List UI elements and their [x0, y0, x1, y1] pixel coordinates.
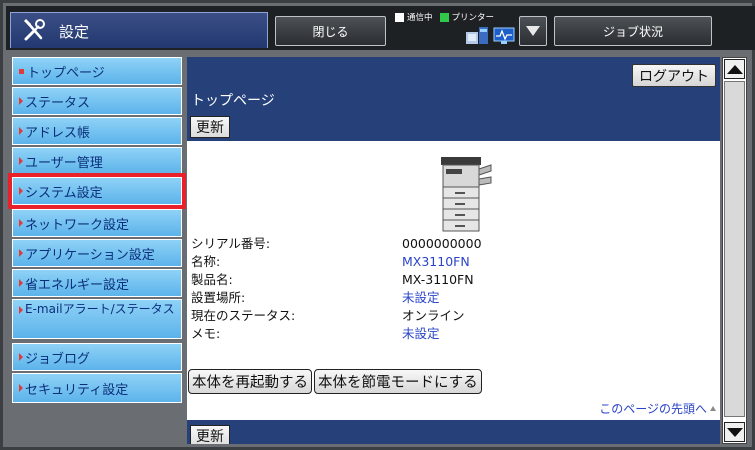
- status-dropdown-button[interactable]: [519, 16, 547, 46]
- info-row: メモ: 未設定: [191, 325, 482, 343]
- sidebar-item-label: 省エネルギー設定: [25, 277, 130, 293]
- sidebar-item-label: アドレス帳: [25, 125, 91, 141]
- info-row: 名称: MX3110FN: [191, 253, 482, 271]
- triangle-up-icon: [726, 64, 743, 74]
- page-top-link[interactable]: このページの先頭へ: [599, 400, 716, 417]
- sidebar-item-system-settings[interactable]: システム設定: [8, 173, 186, 209]
- sidebar-item-address-book[interactable]: アドレス帳: [12, 117, 182, 145]
- sidebar-item-network-settings[interactable]: ネットワーク設定: [12, 209, 182, 237]
- arrow-right-icon: [19, 219, 23, 227]
- device-info: シリアル番号: 0000000000 名称: MX3110FN 製品名: MX-…: [191, 235, 482, 343]
- sidebar-item-top-page[interactable]: トップページ: [12, 57, 182, 85]
- top-bar: 設定 閉じる 通信中 プリンター ジョブ状況: [6, 6, 755, 50]
- arrow-right-icon: [19, 279, 23, 287]
- square-bullet-icon: [19, 68, 24, 74]
- info-value: 0000000000: [402, 236, 482, 251]
- sidebar-item-label: アプリケーション設定: [25, 247, 155, 263]
- device-status-icon: [466, 27, 488, 44]
- info-label: 現在のステータス:: [191, 308, 296, 323]
- restart-button[interactable]: 本体を再起動する: [188, 369, 312, 394]
- comm-status-label: 通信中: [407, 13, 433, 23]
- status-icons: [466, 27, 515, 44]
- scroll-thumb[interactable]: [724, 81, 745, 417]
- info-label: メモ:: [191, 326, 221, 341]
- info-row: シリアル番号: 0000000000: [191, 235, 482, 253]
- sidebar-item-energy-settings[interactable]: 省エネルギー設定: [12, 269, 182, 297]
- action-buttons: 本体を再起動する 本体を節電モードにする: [188, 369, 482, 394]
- triangle-up-icon: [710, 406, 716, 411]
- arrow-right-icon: [19, 157, 23, 165]
- sidebar-item-label: ステータス: [25, 95, 91, 111]
- info-label: 設置場所:: [191, 290, 246, 305]
- info-label: シリアル番号:: [191, 236, 271, 251]
- page-header: ログアウト トップページ: [187, 57, 720, 113]
- status-indicators: 通信中 プリンター: [395, 11, 494, 23]
- arrow-right-icon: [19, 306, 23, 314]
- sidebar-item-security-settings[interactable]: セキュリティ設定: [12, 373, 182, 403]
- sidebar-item-user-management[interactable]: ユーザー管理: [12, 147, 182, 175]
- update-bar-top: 更新: [187, 113, 720, 141]
- sidebar-item-label: セキュリティ設定: [25, 382, 129, 398]
- info-row: 製品名: MX-3110FN: [191, 271, 482, 289]
- info-value: オンライン: [402, 308, 465, 323]
- arrow-right-icon: [19, 187, 23, 195]
- arrow-right-icon: [19, 249, 23, 257]
- sidebar-item-label: トップページ: [27, 65, 105, 81]
- scroll-down-button[interactable]: [724, 422, 745, 442]
- sidebar-item-label: ジョブログ: [25, 351, 91, 367]
- logout-button[interactable]: ログアウト: [632, 64, 716, 87]
- sidebar-item-application-settings[interactable]: アプリケーション設定: [12, 239, 182, 267]
- memo-link[interactable]: 未設定: [402, 325, 440, 343]
- arrow-right-icon: [19, 97, 23, 105]
- vertical-scrollbar[interactable]: [722, 57, 747, 444]
- info-label: 製品名:: [191, 272, 233, 287]
- monitor-pulse-icon: [493, 27, 515, 44]
- update-bar-bottom: 更新: [187, 420, 720, 444]
- info-value: MX-3110FN: [402, 272, 474, 287]
- scroll-up-button[interactable]: [724, 59, 745, 79]
- device-screen: 設定 閉じる 通信中 プリンター ジョブ状況 トップページ ステータス アドレス…: [0, 0, 755, 450]
- printer-status-checkbox-icon: [439, 12, 449, 22]
- wrench-screwdriver-icon: [23, 18, 45, 41]
- power-save-button[interactable]: 本体を節電モードにする: [314, 369, 482, 394]
- main-content: ログアウト トップページ 更新 シリアル番号: 0000000000 名称: M…: [187, 57, 720, 444]
- sidebar-item-label: ユーザー管理: [25, 155, 103, 171]
- info-row: 現在のステータス: オンライン: [191, 307, 482, 325]
- job-status-button[interactable]: ジョブ状況: [554, 16, 712, 46]
- location-link[interactable]: 未設定: [402, 289, 440, 307]
- device-name-link[interactable]: MX3110FN: [402, 253, 470, 271]
- page-top-link-label: このページの先頭へ: [599, 402, 707, 416]
- sidebar-item-label: ネットワーク設定: [25, 217, 130, 233]
- settings-tab: 設定: [10, 12, 268, 48]
- page-title: トップページ: [191, 93, 275, 109]
- info-row: 設置場所: 未設定: [191, 289, 482, 307]
- app-title: 設定: [59, 23, 90, 41]
- sidebar-item-job-log[interactable]: ジョブログ: [12, 343, 182, 371]
- arrow-right-icon: [19, 353, 23, 361]
- printer-status-label: プリンター: [451, 13, 495, 23]
- arrow-right-icon: [19, 384, 23, 392]
- update-button-bottom[interactable]: 更新: [190, 425, 230, 444]
- sidebar-item-label: システム設定: [25, 185, 103, 201]
- sidebar-item-label: E-mailアラート/ステータス: [25, 302, 175, 316]
- arrow-right-icon: [19, 127, 23, 135]
- printer-device-icon: [441, 157, 492, 232]
- update-button[interactable]: 更新: [190, 116, 230, 138]
- chevron-down-icon: [526, 26, 540, 36]
- comm-status-checkbox-icon: [395, 12, 404, 22]
- sidebar-item-status[interactable]: ステータス: [12, 87, 182, 115]
- triangle-down-icon: [726, 427, 743, 437]
- close-button[interactable]: 閉じる: [275, 16, 386, 46]
- sidebar-item-email-alert[interactable]: E-mailアラート/ステータス: [12, 299, 182, 339]
- info-label: 名称:: [191, 254, 221, 269]
